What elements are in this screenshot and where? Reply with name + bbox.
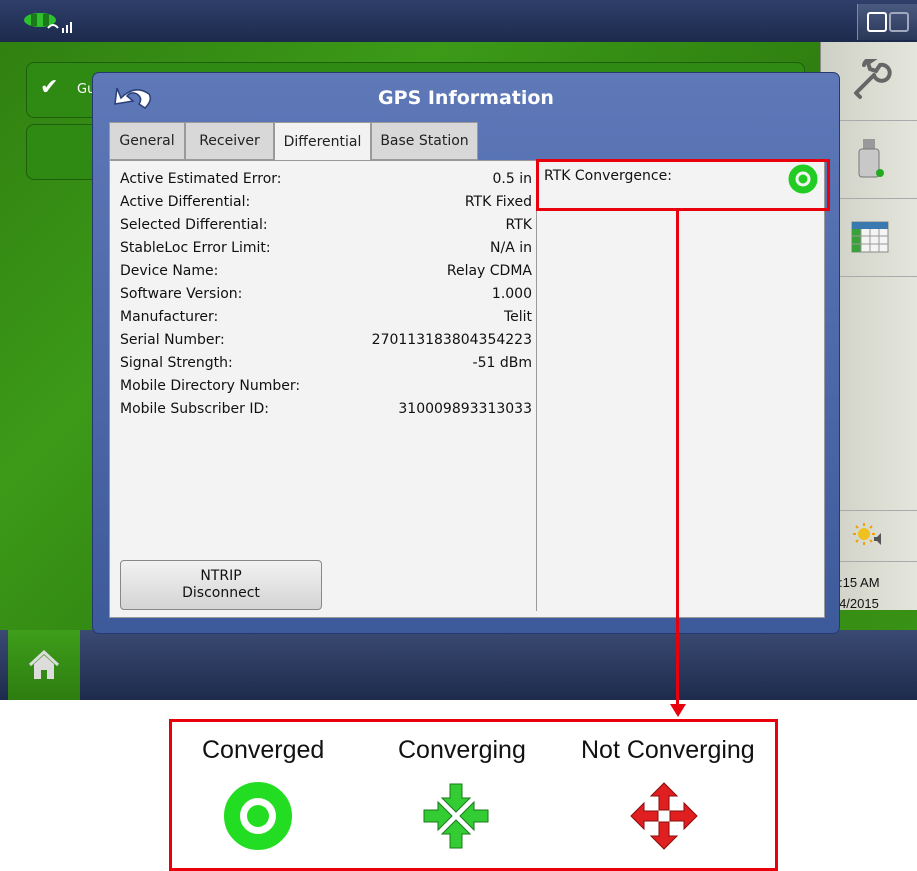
convergence-legend: Converged Converging Not Converging [169, 719, 778, 871]
gps-information-dialog: GPS Information General Receiver Differe… [92, 72, 840, 634]
info-value: 310009893313033 [398, 401, 532, 417]
bottom-bar [0, 630, 917, 700]
home-icon [28, 649, 60, 679]
tab-receiver[interactable]: Receiver [185, 122, 274, 160]
legend-label-not-converging: Not Converging [581, 736, 755, 764]
info-label: Manufacturer: [120, 309, 219, 325]
info-label: Selected Differential: [120, 217, 268, 233]
tab-general[interactable]: General [109, 122, 185, 160]
wrench-icon [853, 59, 892, 99]
info-value: N/A in [490, 240, 532, 256]
info-label: Mobile Directory Number: [120, 378, 301, 394]
info-value: RTK Fixed [464, 194, 532, 210]
converged-icon [224, 782, 292, 850]
info-value: 0.5 in [492, 171, 532, 187]
info-row: Active Differential: RTK Fixed [120, 194, 532, 217]
legend-label-converged: Converged [202, 736, 325, 764]
info-label: Active Differential: [120, 194, 251, 210]
info-label: Signal Strength: [120, 355, 233, 371]
info-label: Active Estimated Error: [120, 171, 282, 187]
ntrip-button-line2: Disconnect [182, 585, 260, 601]
column-divider [536, 161, 537, 611]
checkmark-icon: ✔ [40, 75, 59, 100]
annotation-arrow-head [670, 704, 686, 717]
rtk-highlight-box [536, 159, 830, 211]
info-value: 1.000 [491, 286, 532, 302]
converging-arrows-icon [423, 783, 489, 849]
info-row: Manufacturer: Telit [120, 309, 532, 332]
info-label: Device Name: [120, 263, 219, 279]
tab-base-station[interactable]: Base Station [371, 122, 478, 160]
info-value: 270113183804354223 [371, 332, 532, 348]
brightness-volume-icon [852, 523, 881, 545]
ntrip-button-line1: NTRIP [200, 568, 242, 584]
device-screen: ✔ Gu:47:15 AM 2/24/2015 GPS Information… [0, 0, 917, 700]
display-toggle-icon[interactable] [857, 4, 917, 40]
info-row: StableLoc Error Limit: N/A in [120, 240, 532, 263]
info-row: Active Estimated Error: 0.5 in [120, 171, 532, 194]
info-row: Signal Strength: -51 dBm [120, 355, 532, 378]
gps-satellite-signal-icon[interactable] [18, 6, 78, 36]
info-label: StableLoc Error Limit: [120, 240, 271, 256]
ntrip-disconnect-button[interactable]: NTRIP Disconnect [120, 560, 322, 610]
info-row: Software Version: 1.000 [120, 286, 532, 309]
diverging-arrows-icon [630, 782, 698, 850]
legend-label-converging: Converging [398, 736, 526, 764]
usb-drive-icon [858, 139, 884, 178]
info-value: Telit [503, 309, 532, 325]
info-row: Selected Differential: RTK [120, 217, 532, 240]
info-value: RTK [505, 217, 532, 233]
top-status-bar [0, 0, 917, 42]
info-row: Mobile Subscriber ID: 310009893313033 [120, 401, 532, 424]
info-row: Serial Number: 270113183804354223 [120, 332, 532, 355]
info-row: Mobile Directory Number: [120, 378, 532, 401]
table-icon [851, 221, 888, 253]
tab-differential[interactable]: Differential [274, 122, 371, 161]
home-button[interactable] [8, 630, 80, 700]
info-label: Serial Number: [120, 332, 225, 348]
differential-panel: Active Estimated Error: 0.5 in Active Di… [109, 160, 825, 618]
annotation-connector-line [676, 211, 679, 706]
dialog-title: GPS Information [378, 87, 554, 109]
info-value: Relay CDMA [446, 263, 532, 279]
info-value: -51 dBm [472, 355, 532, 371]
info-label: Software Version: [120, 286, 243, 302]
info-label: Mobile Subscriber ID: [120, 401, 269, 417]
info-row: Device Name: Relay CDMA [120, 263, 532, 286]
